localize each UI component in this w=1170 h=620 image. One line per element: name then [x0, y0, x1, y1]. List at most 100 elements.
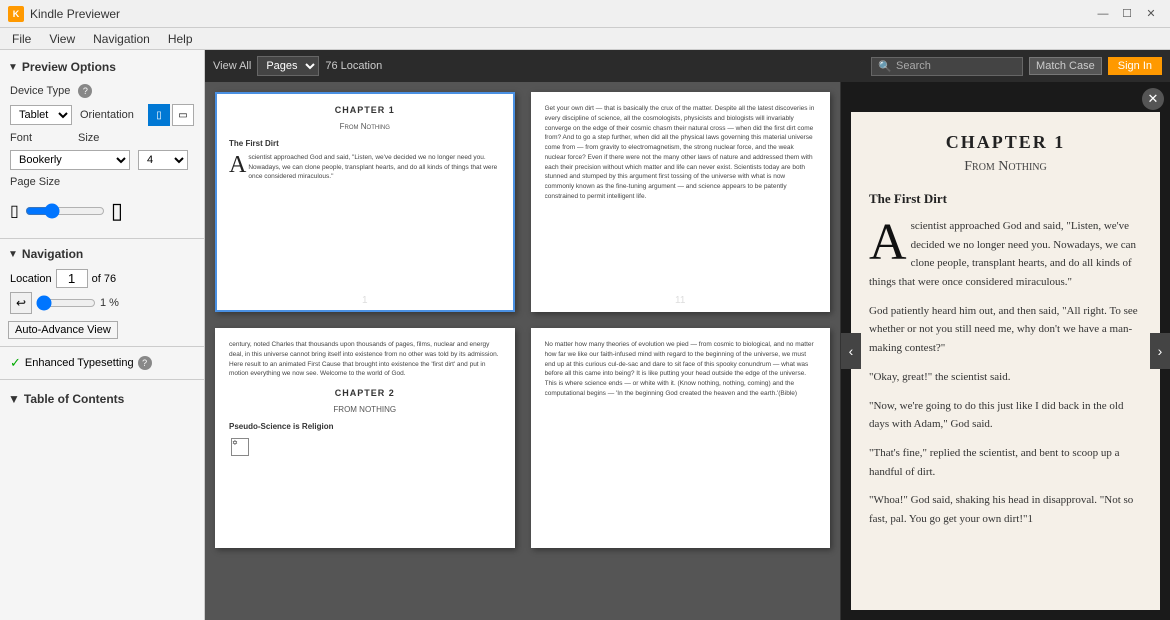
title-bar: K Kindle Previewer — ☐ ✕ [0, 0, 1170, 28]
page-cont2-number [533, 540, 829, 546]
page-1-content: CHAPTER 1 From Nothing The First Dirt A … [217, 94, 513, 293]
small-page-icon: ▯ [10, 201, 19, 221]
device-type-row: Device Type ? [10, 84, 194, 98]
landscape-button[interactable]: ▭ [172, 104, 194, 126]
reader-para1: A scientist approached God and said, "Li… [869, 217, 1142, 292]
enhanced-help-icon[interactable]: ? [138, 356, 152, 370]
page-1-body: A scientist approached God and said, "Li… [229, 153, 501, 182]
reader-para3: "Okay, great!" the scientist said. [869, 368, 1142, 387]
page-1-dropcap: A [229, 153, 246, 177]
close-button[interactable]: ✕ [1140, 4, 1162, 24]
page-thumb-cont[interactable]: century, noted Charles that thousands up… [215, 328, 515, 548]
page-size-control: ▯ ▯ [10, 194, 194, 228]
page-11-body: Get your own dirt — that is basically th… [545, 104, 817, 202]
nav-buttons: ↩ 1 % [10, 292, 194, 314]
page-11-content: Get your own dirt — that is basically th… [533, 94, 829, 293]
reader-para6: "Whoa!" God said, shaking his head in di… [869, 491, 1142, 528]
preview-options-header[interactable]: ▼ Preview Options [0, 56, 204, 78]
toolbar: View All Pages 76 Location 🔍 Match Case … [205, 50, 1170, 82]
enhanced-label: Enhanced Typesetting [25, 357, 134, 369]
page-cont2-content: No matter how many theories of evolution… [533, 330, 829, 540]
font-row: Font Size [10, 132, 194, 144]
reader-panel: ✕ CHAPTER 1 From Nothing The First Dirt … [840, 82, 1170, 620]
reader-drop-cap: A [869, 217, 907, 269]
check-icon: ✓ [10, 355, 21, 371]
page-cont-content: century, noted Charles that thousands up… [217, 330, 513, 540]
divider-2 [0, 346, 204, 347]
navigation-header[interactable]: ▼ Navigation [0, 243, 204, 265]
page-thumb-1[interactable]: CHAPTER 1 From Nothing The First Dirt A … [215, 92, 515, 312]
location-row: Location of 76 [10, 269, 194, 288]
device-select[interactable]: TabletPhoneKindle [10, 105, 72, 125]
search-icon: 🔍 [878, 60, 892, 73]
zoom-slider[interactable] [36, 295, 96, 311]
device-select-row: TabletPhoneKindle Orientation ▯ ▭ [10, 104, 194, 126]
sign-in-button[interactable]: Sign In [1108, 57, 1162, 75]
page-cont-number [217, 540, 513, 546]
content-area: CHAPTER 1 From Nothing The First Dirt A … [205, 82, 1170, 620]
match-case-button[interactable]: Match Case [1029, 57, 1102, 75]
window-controls: — ☐ ✕ [1092, 4, 1162, 24]
app-title: Kindle Previewer [30, 7, 120, 21]
toc-label: Table of Contents [24, 392, 124, 406]
reader-section-title: The First Dirt [869, 191, 1142, 207]
device-help-icon[interactable]: ? [78, 84, 92, 98]
reader-subtitle: From Nothing [869, 159, 1142, 175]
toc-arrow: ▼ [8, 392, 20, 406]
location-of: of 76 [92, 273, 116, 285]
auto-advance-row: Auto-Advance View [0, 318, 204, 342]
search-input[interactable] [896, 60, 1016, 72]
app-icon: K [8, 6, 24, 22]
preview-options-arrow: ▼ [8, 62, 18, 73]
minimize-button[interactable]: — [1092, 4, 1114, 24]
left-panel: ▼ Preview Options Device Type ? TabletPh… [0, 50, 205, 620]
nav-back-button[interactable]: ↩ [10, 292, 32, 314]
location-label: Location [10, 273, 52, 285]
font-select[interactable]: Bookerly [10, 150, 130, 170]
auto-advance-label: Auto-Advance View [15, 324, 111, 336]
page-cont-body: century, noted Charles that thousands up… [229, 340, 501, 379]
search-box: 🔍 [871, 57, 1023, 76]
maximize-button[interactable]: ☐ [1116, 4, 1138, 24]
right-content: View All Pages 76 Location 🔍 Match Case … [205, 50, 1170, 620]
menu-file[interactable]: File [4, 30, 39, 48]
preview-options-label: Preview Options [22, 60, 116, 74]
menu-help[interactable]: Help [160, 30, 201, 48]
toc-header[interactable]: ▼ Table of Contents [0, 388, 204, 410]
page-cont2-body: No matter how many theories of evolution… [545, 340, 817, 399]
page-size-slider[interactable] [25, 203, 105, 219]
reader-chapter: CHAPTER 1 [869, 132, 1142, 153]
large-page-icon: ▯ [111, 198, 123, 224]
view-all-label: View All [213, 60, 251, 72]
portrait-button[interactable]: ▯ [148, 104, 170, 126]
auto-advance-button[interactable]: Auto-Advance View [8, 321, 118, 339]
title-bar-left: K Kindle Previewer [8, 6, 120, 22]
pages-select[interactable]: Pages [257, 56, 319, 76]
page-size-label: Page Size [10, 176, 70, 188]
app-container: ▼ Preview Options Device Type ? TabletPh… [0, 50, 1170, 620]
font-label: Font [10, 132, 70, 144]
reader-nav-right-button[interactable]: › [1150, 333, 1170, 369]
size-label: Size [78, 132, 138, 144]
menu-view[interactable]: View [41, 30, 83, 48]
menu-navigation[interactable]: Navigation [85, 30, 158, 48]
reader-nav-left-button[interactable]: ‹ [841, 333, 861, 369]
reader-close-button[interactable]: ✕ [1142, 88, 1164, 110]
divider-1 [0, 238, 204, 239]
menu-bar: File View Navigation Help [0, 28, 1170, 50]
location-input[interactable] [56, 269, 88, 288]
navigation-content: Location of 76 ↩ 1 % [0, 265, 204, 318]
star-icon: ✡ [231, 438, 249, 456]
reader-para2: God patiently heard him out, and then sa… [869, 302, 1142, 358]
navigation-arrow: ▼ [8, 249, 18, 260]
page-1-chapter: CHAPTER 1 [229, 104, 501, 117]
page-cont-section: Pseudo-Science is Religion [229, 421, 501, 432]
preview-options-content: Device Type ? TabletPhoneKindle Orientat… [0, 78, 204, 234]
page-thumb-cont2[interactable]: No matter how many theories of evolution… [531, 328, 831, 548]
size-select[interactable]: 4 [138, 150, 188, 170]
divider-3 [0, 379, 204, 380]
page-thumb-11[interactable]: Get your own dirt — that is basically th… [531, 92, 831, 312]
reader-content: CHAPTER 1 From Nothing The First Dirt A … [851, 112, 1160, 610]
navigation-label: Navigation [22, 247, 83, 261]
enhanced-typesetting-row: ✓ Enhanced Typesetting ? [0, 351, 204, 375]
